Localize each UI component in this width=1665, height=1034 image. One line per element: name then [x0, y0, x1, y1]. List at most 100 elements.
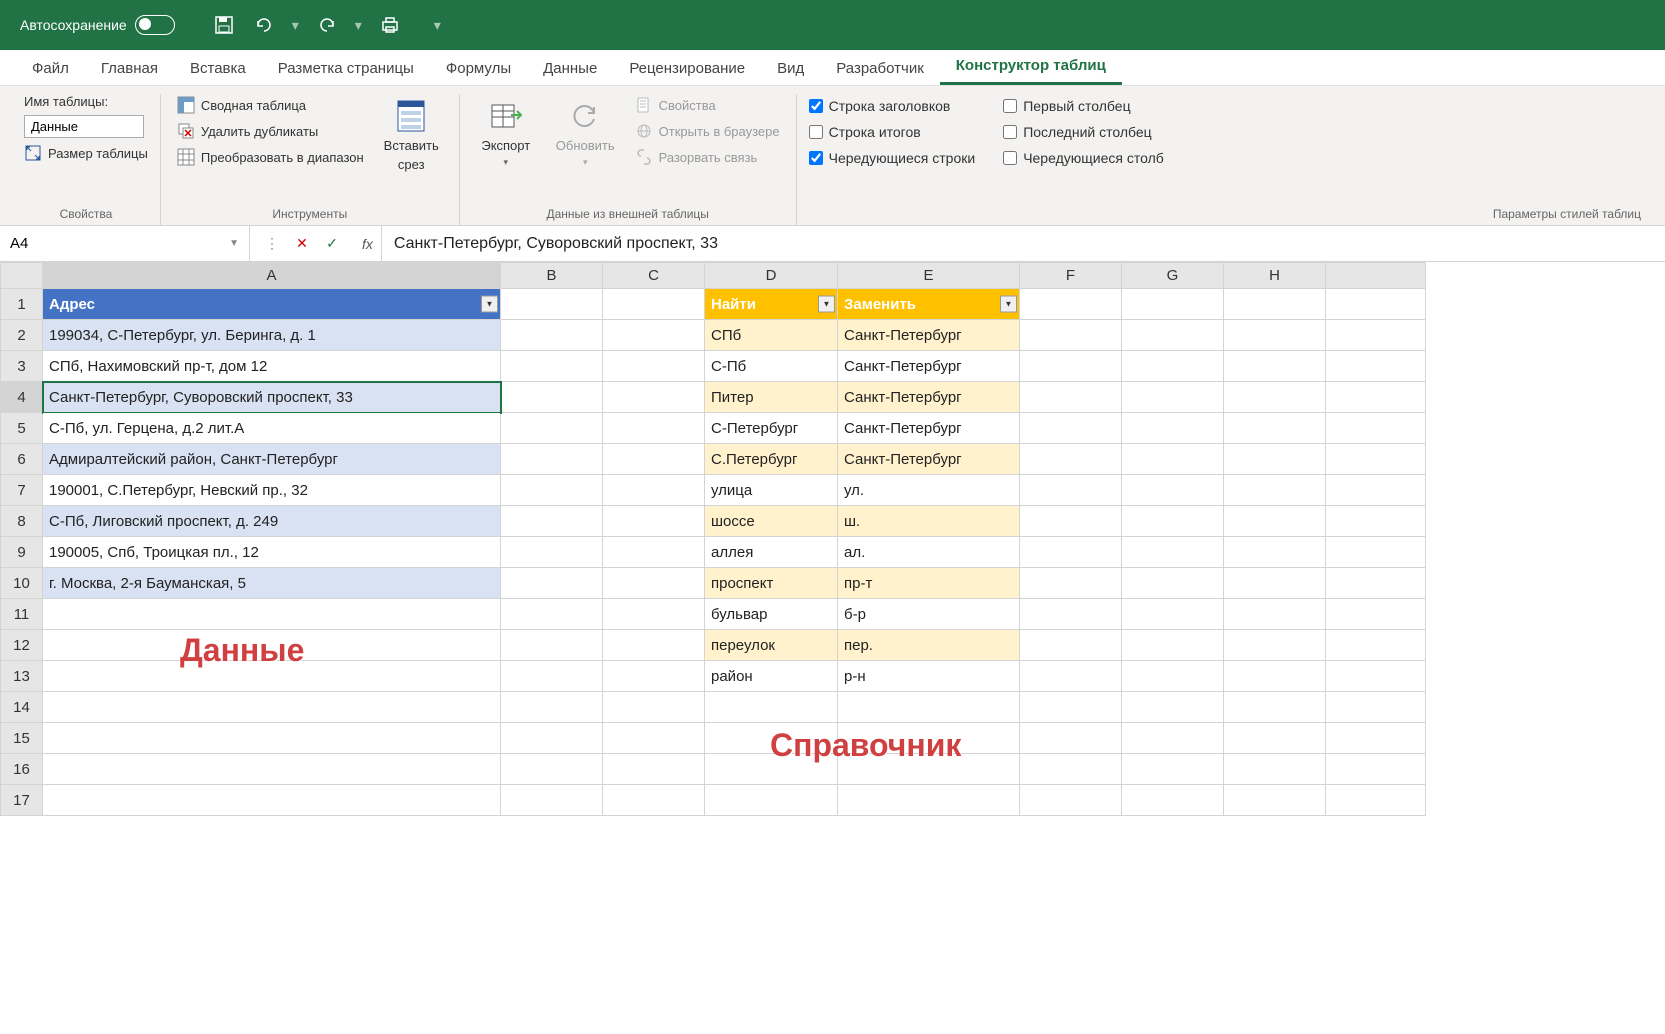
- cell[interactable]: [1224, 320, 1326, 351]
- tab-insert[interactable]: Вставка: [174, 52, 262, 85]
- autosave-toggle[interactable]: Автосохранение: [20, 15, 175, 35]
- col-header-F[interactable]: F: [1020, 263, 1122, 289]
- table-row[interactable]: Санкт-Петербург: [838, 413, 1020, 444]
- col-header-H[interactable]: H: [1224, 263, 1326, 289]
- cell[interactable]: [1224, 506, 1326, 537]
- save-icon[interactable]: [210, 11, 238, 39]
- tab-view[interactable]: Вид: [761, 52, 820, 85]
- tab-tabledesign[interactable]: Конструктор таблиц: [940, 49, 1122, 85]
- undo-icon[interactable]: [250, 11, 278, 39]
- cell[interactable]: [1326, 661, 1426, 692]
- table-header-find[interactable]: Найти ▼: [705, 289, 838, 320]
- cell[interactable]: [1224, 289, 1326, 320]
- tab-file[interactable]: Файл: [16, 52, 85, 85]
- cell[interactable]: [1326, 444, 1426, 475]
- select-all-corner[interactable]: [1, 263, 43, 289]
- cell[interactable]: [1224, 630, 1326, 661]
- tab-formulas[interactable]: Формулы: [430, 52, 527, 85]
- table-row[interactable]: 190001, С.Петербург, Невский пр., 32: [43, 475, 501, 506]
- cell[interactable]: [1122, 599, 1224, 630]
- dropdown-icon[interactable]: ▾: [355, 17, 362, 34]
- cell[interactable]: [1326, 413, 1426, 444]
- row-header[interactable]: 8: [1, 506, 43, 537]
- cell[interactable]: [1020, 537, 1122, 568]
- cell[interactable]: [603, 475, 705, 506]
- cell[interactable]: [1326, 382, 1426, 413]
- cell[interactable]: [1224, 413, 1326, 444]
- tab-home[interactable]: Главная: [85, 52, 174, 85]
- cancel-icon[interactable]: ✕: [290, 232, 314, 256]
- cell[interactable]: [1224, 444, 1326, 475]
- cell[interactable]: [603, 289, 705, 320]
- cell[interactable]: [1122, 506, 1224, 537]
- table-row[interactable]: шоссе: [705, 506, 838, 537]
- cell[interactable]: [1326, 289, 1426, 320]
- cell[interactable]: [1122, 351, 1224, 382]
- cell[interactable]: [1122, 630, 1224, 661]
- table-header-address[interactable]: Адрес ▼: [43, 289, 501, 320]
- cell[interactable]: [1020, 506, 1122, 537]
- cell[interactable]: [603, 506, 705, 537]
- convert-to-range-button[interactable]: Преобразовать в диапазон: [173, 146, 368, 168]
- dropdown-icon[interactable]: ▾: [292, 17, 299, 34]
- insert-slicer-button[interactable]: Вставить срез: [376, 94, 447, 176]
- cell[interactable]: [1122, 661, 1224, 692]
- cell[interactable]: [1020, 661, 1122, 692]
- fx-label[interactable]: fx: [354, 226, 382, 261]
- cell[interactable]: [1122, 754, 1224, 785]
- cell[interactable]: [603, 382, 705, 413]
- cell[interactable]: [1020, 630, 1122, 661]
- table-row[interactable]: Санкт-Петербург: [838, 320, 1020, 351]
- table-row[interactable]: СПб: [705, 320, 838, 351]
- cell[interactable]: [1020, 382, 1122, 413]
- cell[interactable]: [501, 630, 603, 661]
- col-header-extra[interactable]: [1326, 263, 1426, 289]
- table-row[interactable]: Санкт-Петербург: [838, 382, 1020, 413]
- cell[interactable]: [1020, 444, 1122, 475]
- cell[interactable]: [1020, 723, 1122, 754]
- table-row[interactable]: СПб, Нахимовский пр-т, дом 12: [43, 351, 501, 382]
- row-header[interactable]: 13: [1, 661, 43, 692]
- cell[interactable]: [1020, 413, 1122, 444]
- banded-rows-checkbox[interactable]: Чередующиеся строки: [809, 150, 976, 166]
- pivot-table-button[interactable]: Сводная таблица: [173, 94, 368, 116]
- cell[interactable]: [501, 537, 603, 568]
- cell[interactable]: [1122, 382, 1224, 413]
- cell[interactable]: [1224, 599, 1326, 630]
- table-row[interactable]: бульвар: [705, 599, 838, 630]
- table-row[interactable]: 190005, Спб, Троицкая пл., 12: [43, 537, 501, 568]
- cell[interactable]: [1020, 475, 1122, 506]
- table-row[interactable]: 199034, С-Петербург, ул. Беринга, д. 1: [43, 320, 501, 351]
- redo-icon[interactable]: [313, 11, 341, 39]
- cell[interactable]: [1224, 351, 1326, 382]
- cell[interactable]: [1122, 475, 1224, 506]
- cell[interactable]: [705, 692, 838, 723]
- enter-icon[interactable]: ✓: [320, 232, 344, 256]
- cell[interactable]: [603, 444, 705, 475]
- table-row[interactable]: улица: [705, 475, 838, 506]
- filter-button[interactable]: ▼: [1000, 296, 1017, 313]
- remove-duplicates-button[interactable]: Удалить дубликаты: [173, 120, 368, 142]
- cell[interactable]: [1020, 351, 1122, 382]
- cell[interactable]: [1020, 754, 1122, 785]
- cell[interactable]: [1020, 568, 1122, 599]
- cell[interactable]: [1122, 785, 1224, 816]
- cell[interactable]: [1224, 537, 1326, 568]
- banded-cols-checkbox[interactable]: Чередующиеся столб: [1003, 150, 1164, 166]
- table-row[interactable]: С-Пб, ул. Герцена, д.2 лит.А: [43, 413, 501, 444]
- cell[interactable]: [603, 630, 705, 661]
- cell[interactable]: [501, 692, 603, 723]
- cell[interactable]: [1326, 599, 1426, 630]
- col-header-G[interactable]: G: [1122, 263, 1224, 289]
- table-row[interactable]: р-н: [838, 661, 1020, 692]
- filter-button[interactable]: ▼: [818, 296, 835, 313]
- cell[interactable]: [501, 351, 603, 382]
- cell[interactable]: [1326, 351, 1426, 382]
- row-header[interactable]: 7: [1, 475, 43, 506]
- cell[interactable]: [1224, 661, 1326, 692]
- cell[interactable]: [603, 599, 705, 630]
- table-row[interactable]: ш.: [838, 506, 1020, 537]
- table-row[interactable]: ул.: [838, 475, 1020, 506]
- row-header[interactable]: 9: [1, 537, 43, 568]
- cell[interactable]: [603, 320, 705, 351]
